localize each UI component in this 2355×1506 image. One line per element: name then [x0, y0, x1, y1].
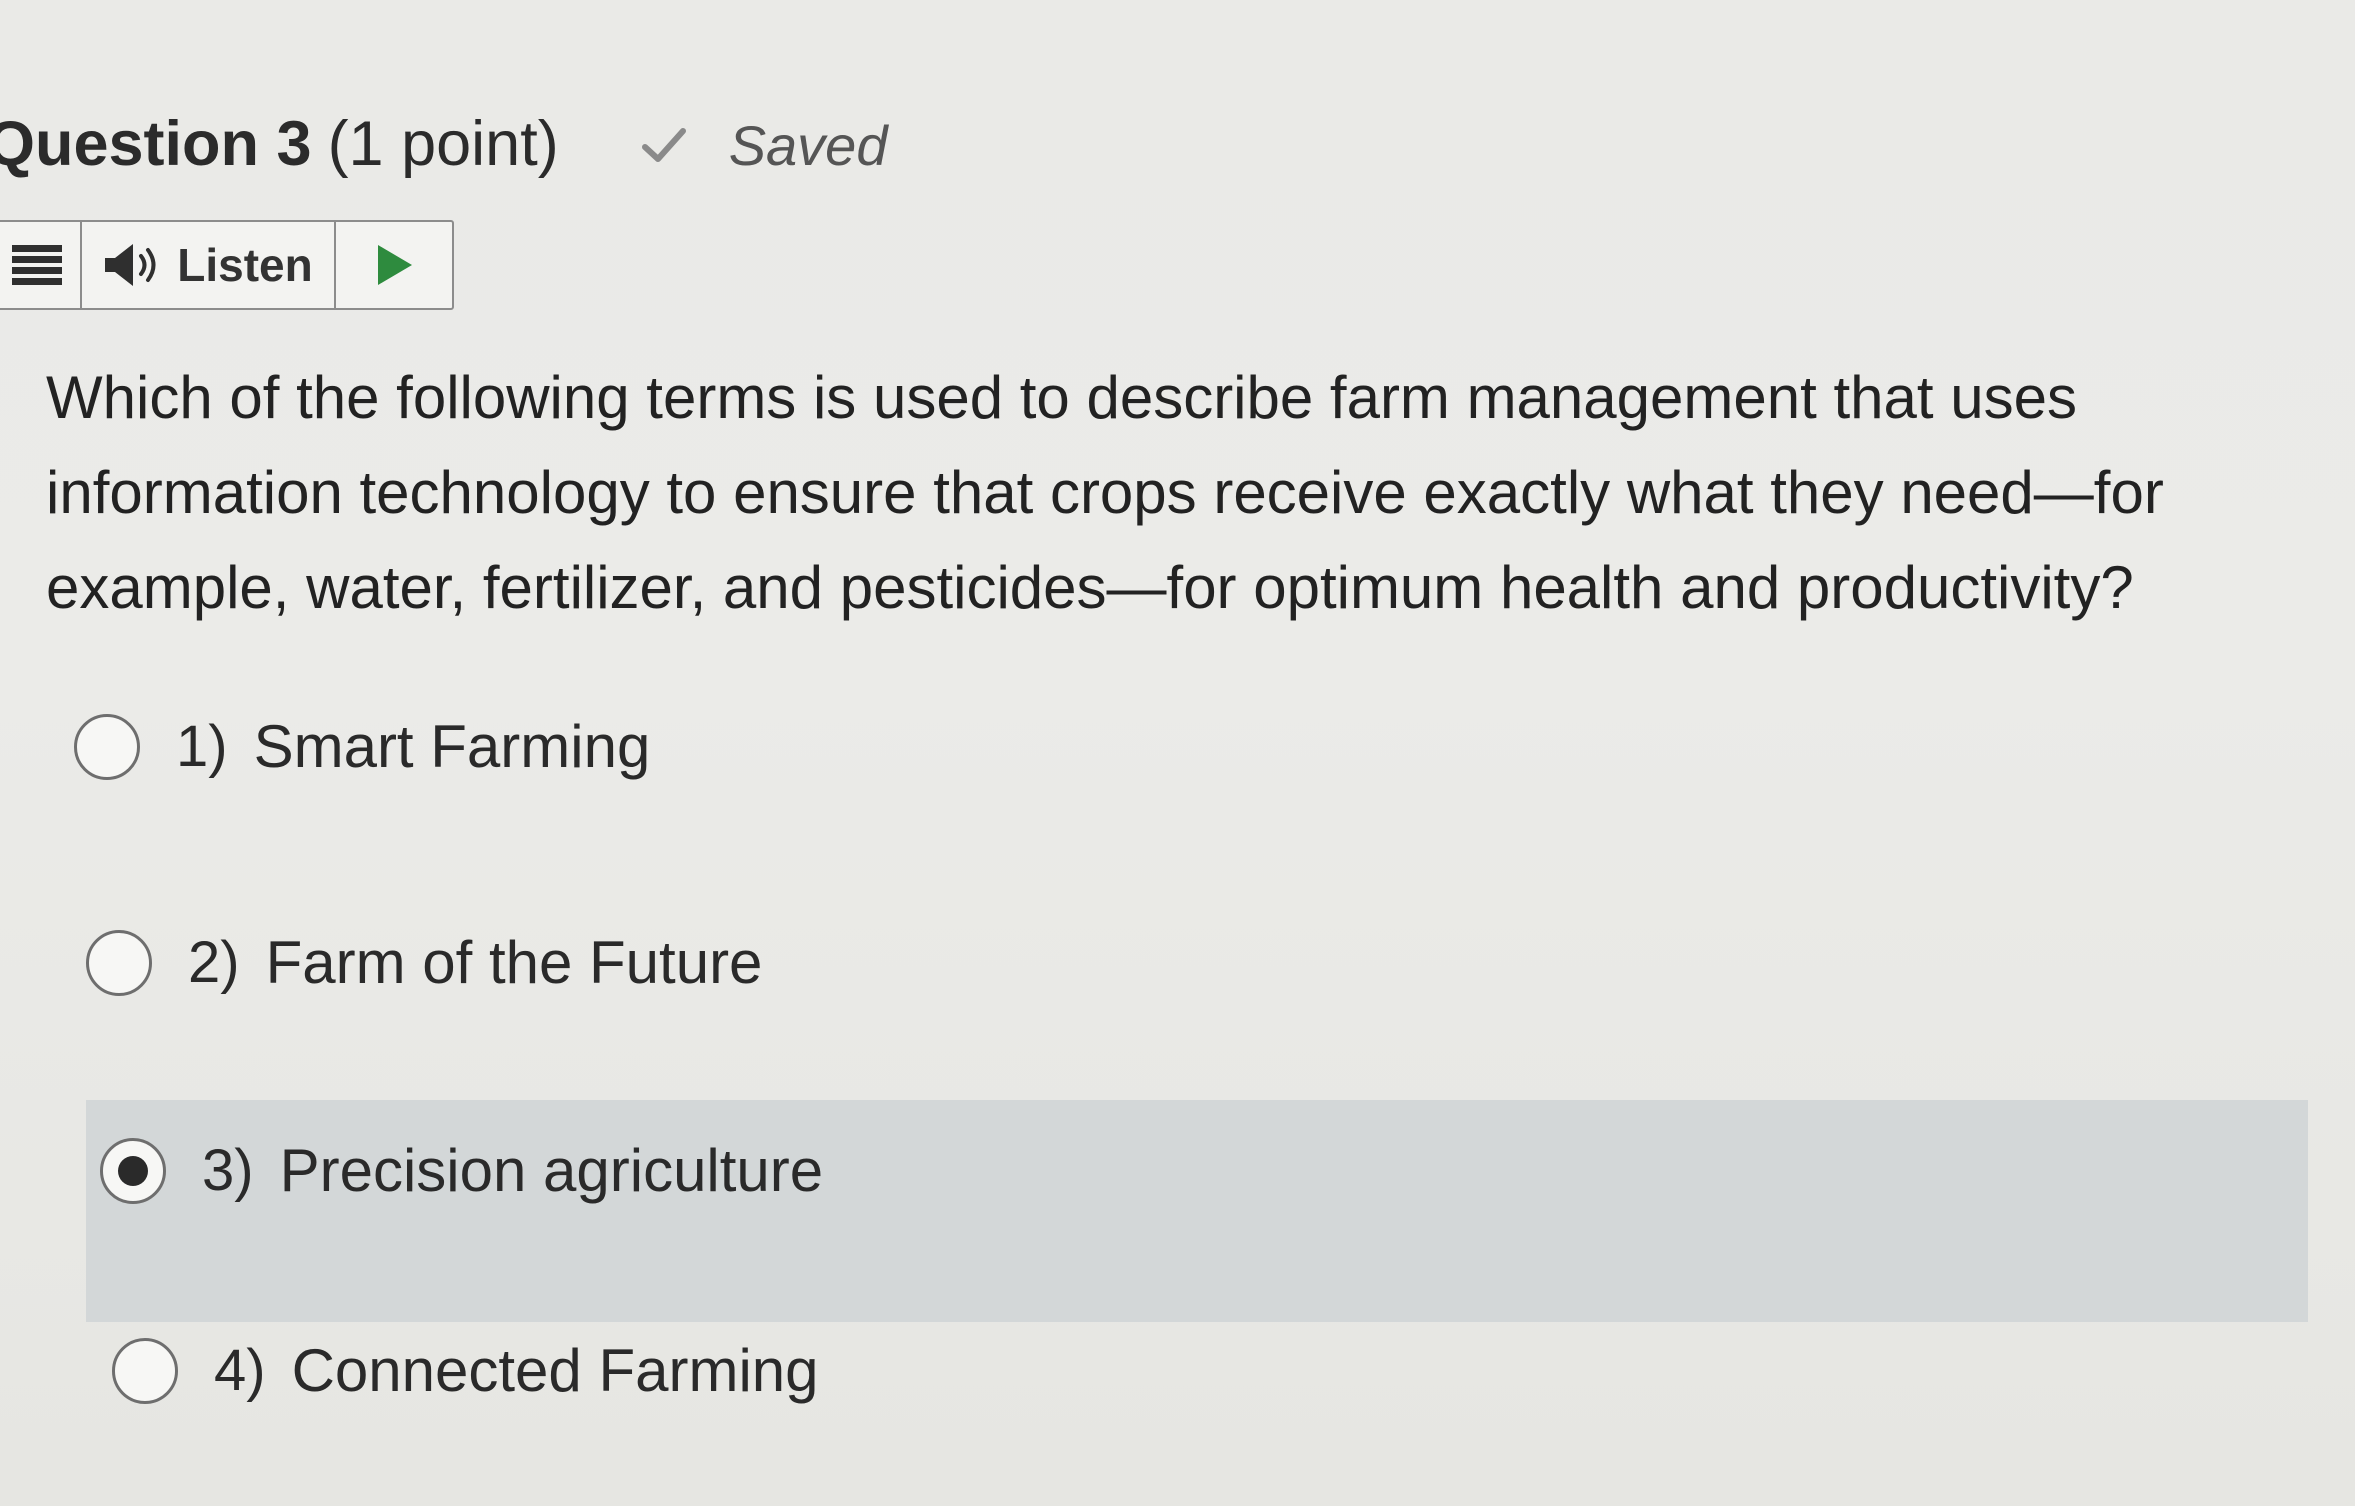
menu-icon [12, 245, 62, 285]
option-label: Connected Farming [291, 1337, 819, 1404]
question-header: Question 3 (1 point) Saved [0, 108, 887, 180]
play-button[interactable] [336, 222, 452, 308]
question-points: (1 point) [327, 109, 559, 179]
answer-option-2[interactable]: 2) Farm of the Future [86, 928, 762, 997]
radio-selected-dot [118, 1155, 148, 1186]
answer-option-1[interactable]: 1) Smart Farming [74, 712, 650, 781]
saved-label: Saved [728, 113, 888, 177]
radio-button[interactable] [112, 1337, 178, 1404]
option-number: 4) [214, 1338, 266, 1403]
question-line: example, water, fertilizer, and pesticid… [46, 554, 2134, 621]
radio-button[interactable] [86, 929, 152, 996]
option-number: 2) [188, 930, 240, 995]
question-line: information technology to ensure that cr… [46, 459, 2164, 526]
question-title: Question 3 [0, 109, 312, 179]
option-number: 1) [176, 714, 228, 779]
answer-option-3[interactable]: 3) Precision agriculture [100, 1136, 823, 1205]
listen-label: Listen [177, 239, 313, 291]
listen-button[interactable]: Listen [82, 222, 336, 308]
menu-button[interactable] [0, 222, 82, 308]
question-line: Which of the following terms is used to … [46, 364, 2077, 431]
option-number: 3) [202, 1138, 254, 1203]
read-aloud-toolbar: Listen [0, 220, 454, 310]
option-label: Farm of the Future [265, 929, 763, 996]
saved-status: Saved [641, 113, 888, 178]
speaker-icon [105, 244, 156, 286]
answer-option-4[interactable]: 4) Connected Farming [112, 1336, 819, 1405]
radio-button[interactable] [74, 713, 140, 780]
question-text: Which of the following terms is used to … [46, 350, 2286, 635]
play-icon [378, 245, 412, 285]
check-icon [641, 128, 686, 162]
selected-option-highlight [86, 1100, 2308, 1322]
option-label: Smart Farming [253, 713, 651, 780]
radio-button-selected[interactable] [100, 1137, 166, 1204]
option-label: Precision agriculture [279, 1137, 824, 1204]
